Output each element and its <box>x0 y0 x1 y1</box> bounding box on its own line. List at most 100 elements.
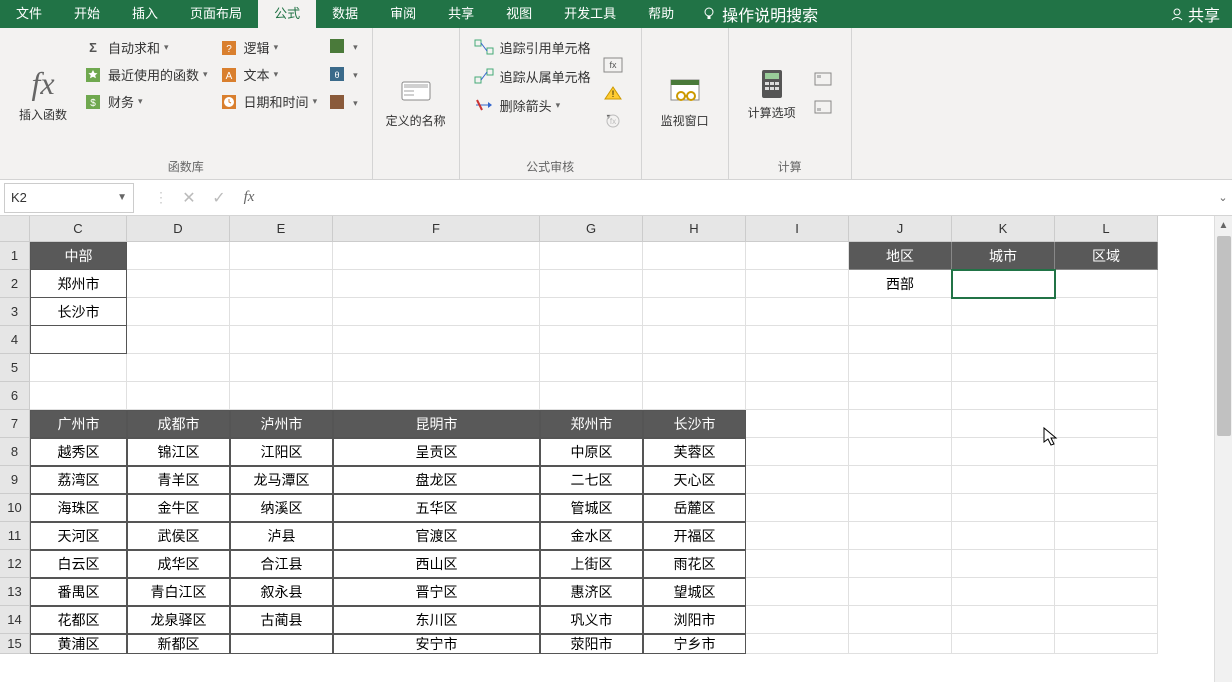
cell-E2[interactable] <box>230 270 333 298</box>
cell-H3[interactable] <box>643 298 746 326</box>
column-header-H[interactable]: H <box>643 216 746 242</box>
cell-D12[interactable]: 成华区 <box>127 550 230 578</box>
cell-K8[interactable] <box>952 438 1055 466</box>
cell-K13[interactable] <box>952 578 1055 606</box>
row-header-9[interactable]: 9 <box>0 466 30 494</box>
logical-button[interactable]: ? 逻辑▾ <box>220 38 318 57</box>
insert-function-mini-button[interactable]: fx <box>234 183 264 213</box>
row-header-3[interactable]: 3 <box>0 298 30 326</box>
cell-I10[interactable] <box>746 494 849 522</box>
name-box[interactable]: K2 ▼ <box>4 183 134 213</box>
cell-E13[interactable]: 叙永县 <box>230 578 333 606</box>
cell-F8[interactable]: 呈贡区 <box>333 438 540 466</box>
cell-J5[interactable] <box>849 354 952 382</box>
row-header-2[interactable]: 2 <box>0 270 30 298</box>
column-header-G[interactable]: G <box>540 216 643 242</box>
cell-G9[interactable]: 二七区 <box>540 466 643 494</box>
cell-I5[interactable] <box>746 354 849 382</box>
cell-J9[interactable] <box>849 466 952 494</box>
trace-dependents-button[interactable]: 追踪从属单元格 <box>474 67 591 86</box>
cell-J10[interactable] <box>849 494 952 522</box>
financial-button[interactable]: $ 财务▾ <box>84 92 208 111</box>
trace-precedents-button[interactable]: 追踪引用单元格 <box>474 38 591 57</box>
column-header-C[interactable]: C <box>30 216 127 242</box>
row-header-13[interactable]: 13 <box>0 578 30 606</box>
cell-L15[interactable] <box>1055 634 1158 654</box>
cell-H4[interactable] <box>643 326 746 354</box>
cell-L4[interactable] <box>1055 326 1158 354</box>
cell-E14[interactable]: 古蔺县 <box>230 606 333 634</box>
row-header-11[interactable]: 11 <box>0 522 30 550</box>
cell-C4[interactable] <box>30 326 127 354</box>
cell-E6[interactable] <box>230 382 333 410</box>
scroll-thumb[interactable] <box>1217 236 1231 436</box>
cell-C15[interactable]: 黄浦区 <box>30 634 127 654</box>
cell-F7[interactable]: 昆明市 <box>333 410 540 438</box>
cell-D6[interactable] <box>127 382 230 410</box>
tab-formulas[interactable]: 公式 <box>258 0 316 28</box>
cell-H12[interactable]: 雨花区 <box>643 550 746 578</box>
cell-I12[interactable] <box>746 550 849 578</box>
tab-data[interactable]: 数据 <box>316 0 374 28</box>
cell-I3[interactable] <box>746 298 849 326</box>
more-functions-button[interactable]: ▾ <box>329 94 358 112</box>
cell-F5[interactable] <box>333 354 540 382</box>
cell-J13[interactable] <box>849 578 952 606</box>
cell-H10[interactable]: 岳麓区 <box>643 494 746 522</box>
cell-C12[interactable]: 白云区 <box>30 550 127 578</box>
cell-C5[interactable] <box>30 354 127 382</box>
cell-J1[interactable]: 地区 <box>849 242 952 270</box>
tab-insert[interactable]: 插入 <box>116 0 174 28</box>
cell-E4[interactable] <box>230 326 333 354</box>
cell-L11[interactable] <box>1055 522 1158 550</box>
cell-I15[interactable] <box>746 634 849 654</box>
cell-F1[interactable] <box>333 242 540 270</box>
cell-J8[interactable] <box>849 438 952 466</box>
cell-E7[interactable]: 泸州市 <box>230 410 333 438</box>
column-header-J[interactable]: J <box>849 216 952 242</box>
cell-D2[interactable] <box>127 270 230 298</box>
cell-D7[interactable]: 成都市 <box>127 410 230 438</box>
vertical-scrollbar[interactable]: ▲ <box>1214 216 1232 682</box>
cell-G3[interactable] <box>540 298 643 326</box>
tab-view[interactable]: 视图 <box>490 0 548 28</box>
datetime-button[interactable]: 日期和时间▾ <box>220 92 318 111</box>
row-header-7[interactable]: 7 <box>0 410 30 438</box>
cell-D11[interactable]: 武侯区 <box>127 522 230 550</box>
cell-G12[interactable]: 上街区 <box>540 550 643 578</box>
cell-L6[interactable] <box>1055 382 1158 410</box>
cell-C7[interactable]: 广州市 <box>30 410 127 438</box>
row-header-12[interactable]: 12 <box>0 550 30 578</box>
cell-F6[interactable] <box>333 382 540 410</box>
cell-H15[interactable]: 宁乡市 <box>643 634 746 654</box>
recent-functions-button[interactable]: 最近使用的函数▾ <box>84 65 208 84</box>
cell-L3[interactable] <box>1055 298 1158 326</box>
watch-window-button[interactable]: 监视窗口 <box>650 34 720 171</box>
cell-F9[interactable]: 盘龙区 <box>333 466 540 494</box>
name-box-dropdown-icon[interactable]: ▼ <box>117 192 127 203</box>
text-button[interactable]: A 文本▾ <box>220 65 318 84</box>
cell-D4[interactable] <box>127 326 230 354</box>
cell-K11[interactable] <box>952 522 1055 550</box>
cell-H6[interactable] <box>643 382 746 410</box>
cell-D5[interactable] <box>127 354 230 382</box>
formula-input[interactable] <box>264 183 1214 213</box>
tab-home[interactable]: 开始 <box>58 0 116 28</box>
insert-function-button[interactable]: fx 插入函数 <box>8 34 78 154</box>
cell-K12[interactable] <box>952 550 1055 578</box>
cell-H2[interactable] <box>643 270 746 298</box>
cell-K14[interactable] <box>952 606 1055 634</box>
calculate-sheet-button[interactable] <box>813 99 837 117</box>
cell-G6[interactable] <box>540 382 643 410</box>
column-header-E[interactable]: E <box>230 216 333 242</box>
cell-J12[interactable] <box>849 550 952 578</box>
cell-I8[interactable] <box>746 438 849 466</box>
remove-arrows-button[interactable]: 删除箭头▾ <box>474 96 591 115</box>
cell-D8[interactable]: 锦江区 <box>127 438 230 466</box>
lookup-reference-button[interactable]: ▾ <box>329 38 358 56</box>
cell-L8[interactable] <box>1055 438 1158 466</box>
cell-I4[interactable] <box>746 326 849 354</box>
cell-E3[interactable] <box>230 298 333 326</box>
cell-E8[interactable]: 江阳区 <box>230 438 333 466</box>
cell-C14[interactable]: 花都区 <box>30 606 127 634</box>
